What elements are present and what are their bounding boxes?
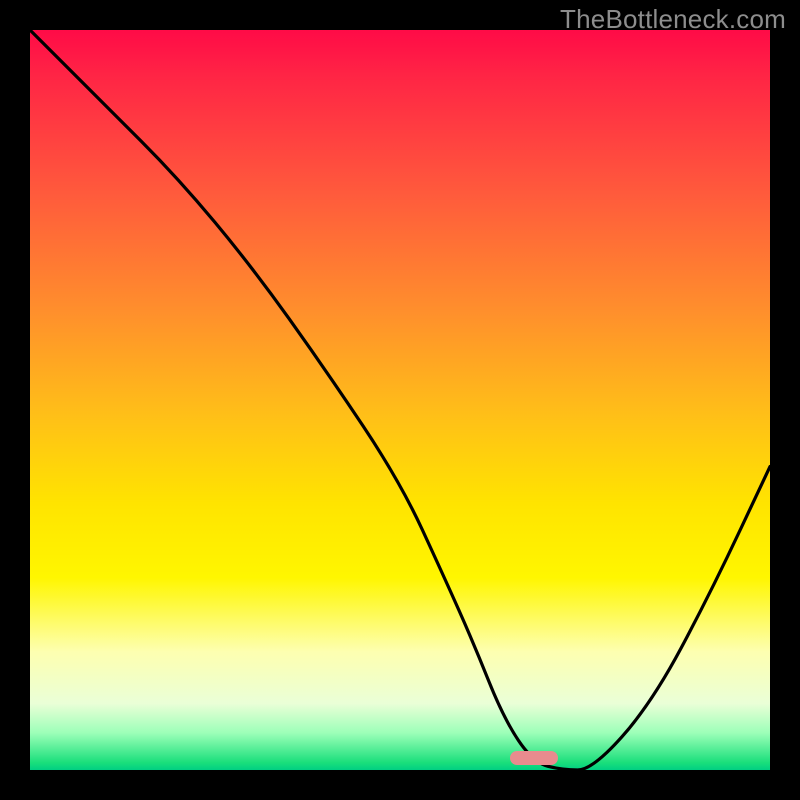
chart-frame: TheBottleneck.com <box>0 0 800 800</box>
bottleneck-curve <box>30 30 770 770</box>
plot-area <box>30 30 770 770</box>
minimum-marker <box>510 751 558 765</box>
curve-path <box>30 30 770 770</box>
